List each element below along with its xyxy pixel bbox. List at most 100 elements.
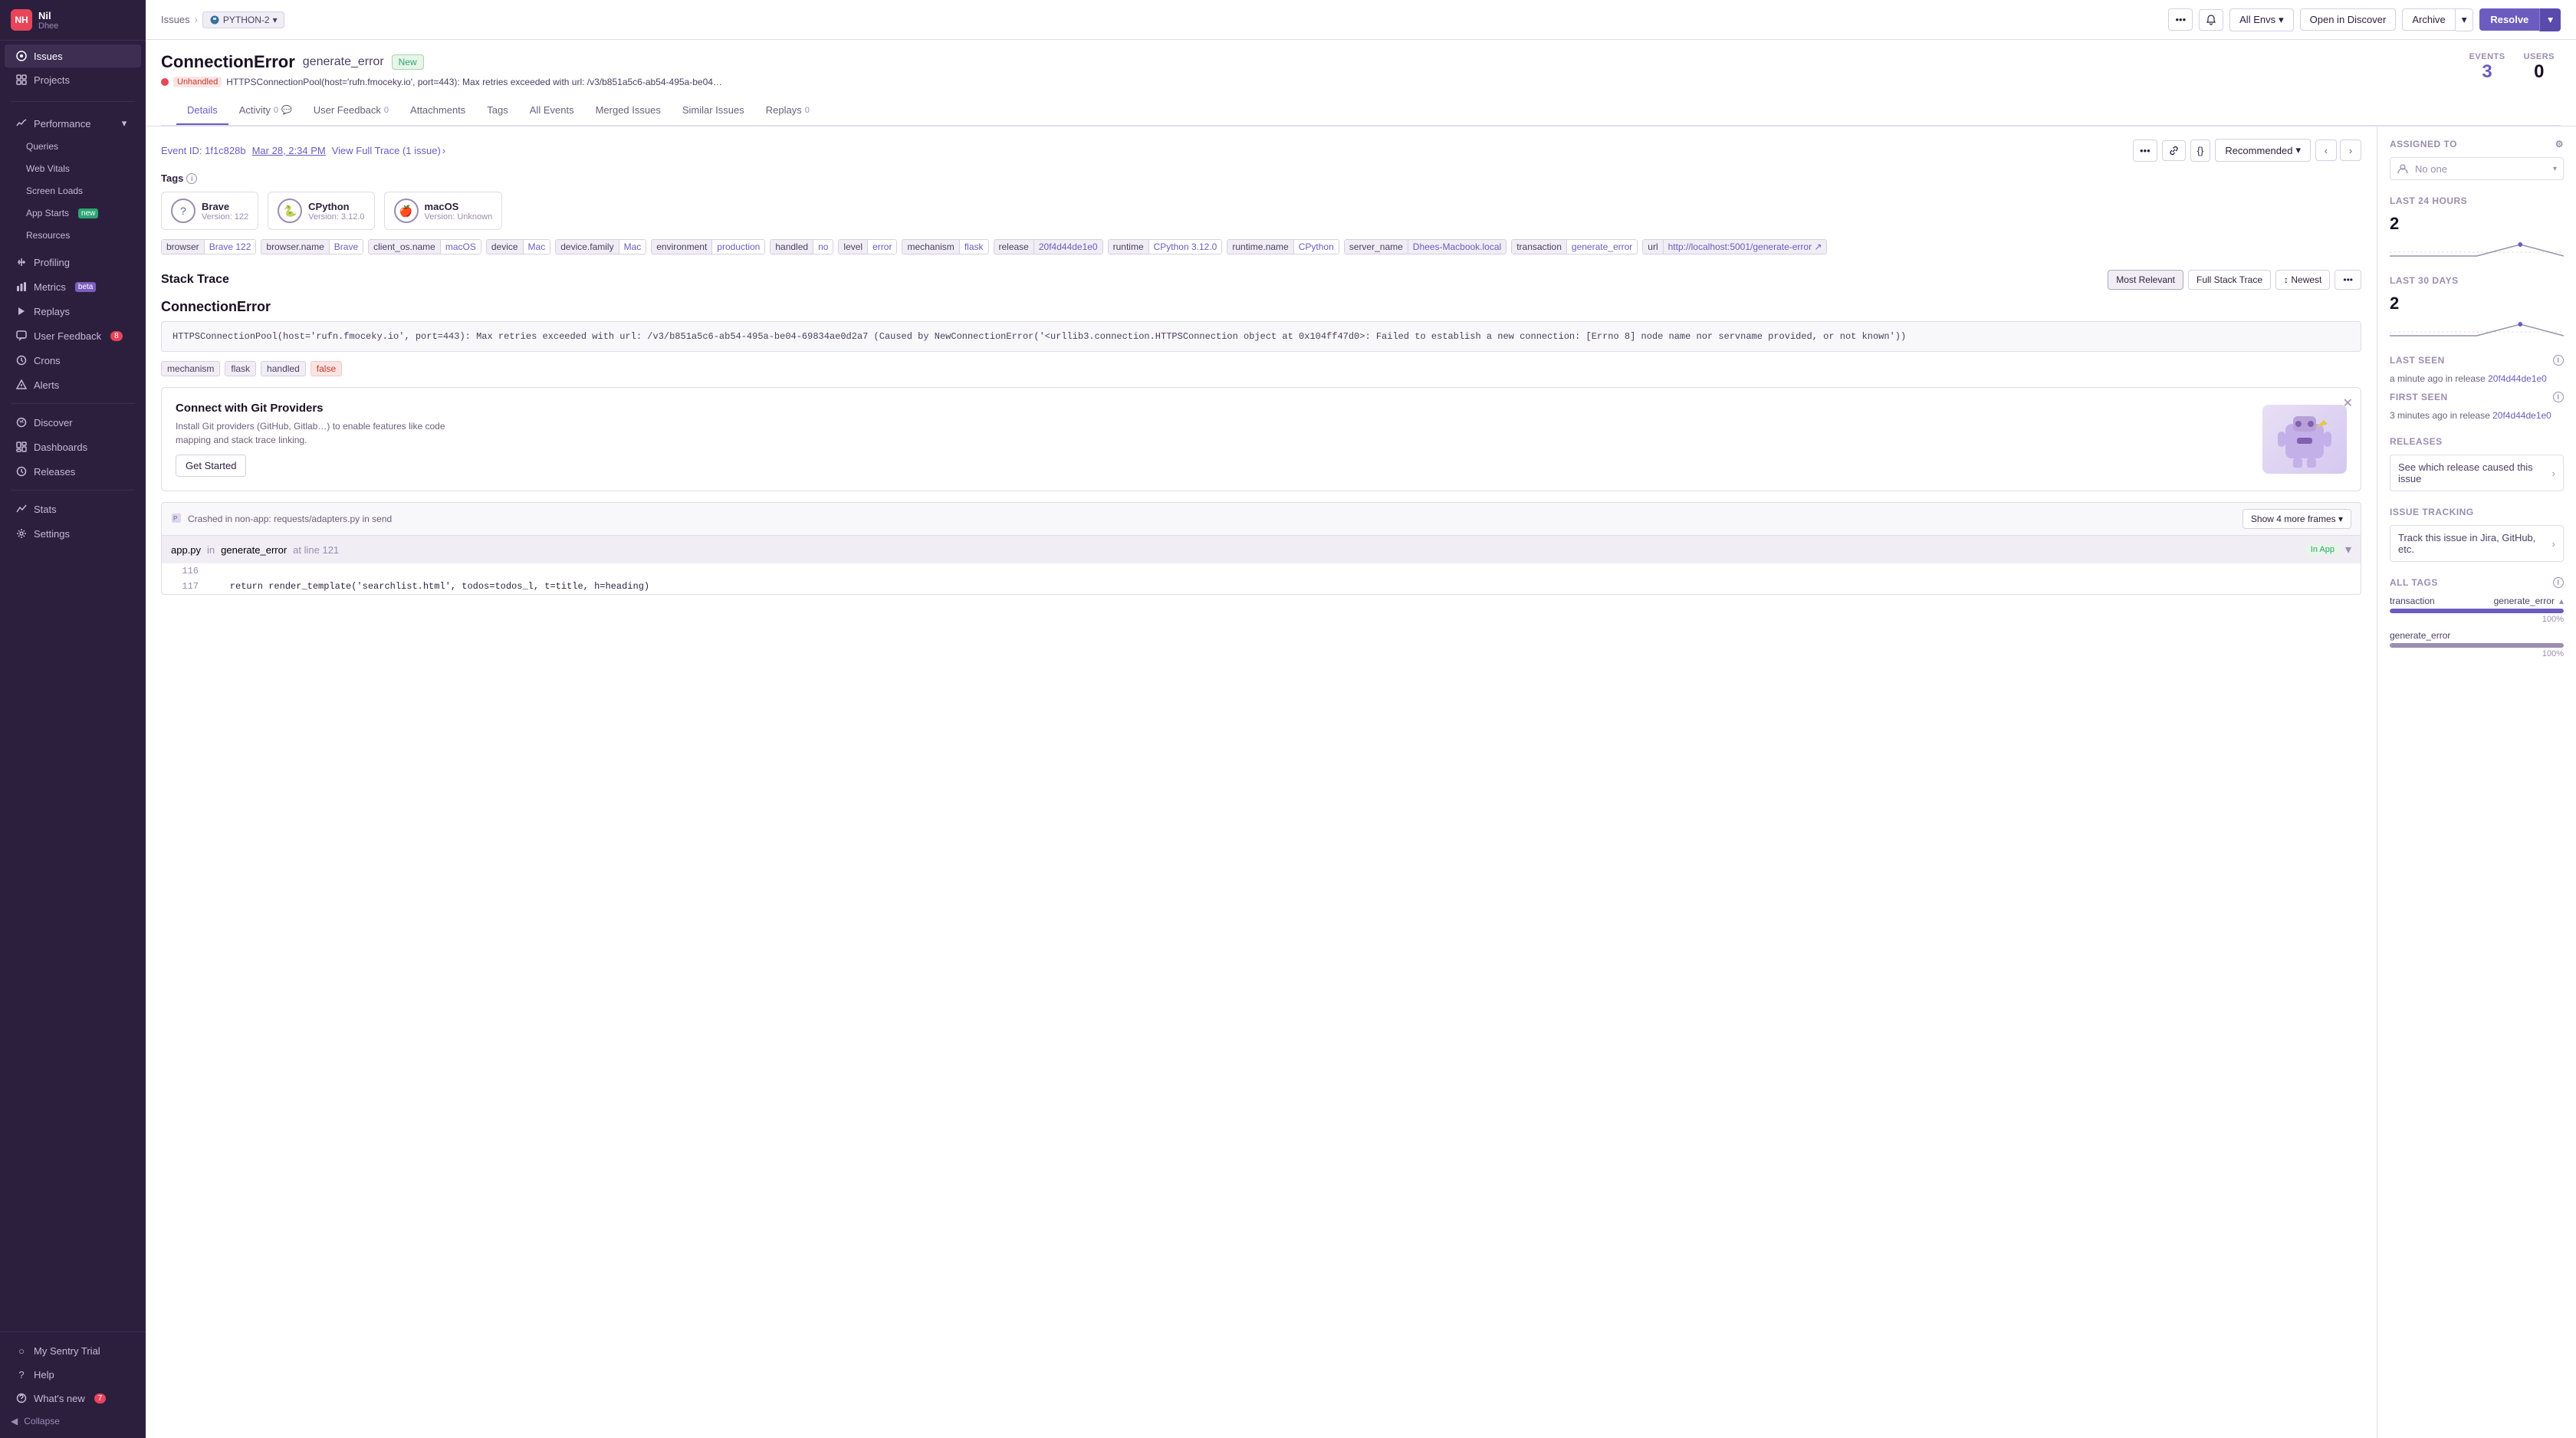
resolve-arrow-icon: ▾ <box>2548 14 2553 25</box>
link-button[interactable] <box>2162 140 2186 161</box>
sidebar-item-settings[interactable]: Settings <box>5 522 141 545</box>
tab-user-feedback[interactable]: User Feedback 0 <box>303 97 399 125</box>
sidebar-item-issues[interactable]: Issues <box>5 44 141 67</box>
recommended-button[interactable]: Recommended ▾ <box>2215 139 2311 162</box>
more-actions-button[interactable]: ••• <box>2168 8 2193 31</box>
settings-icon-small[interactable]: ⚙ <box>2555 139 2564 149</box>
breadcrumb-issue-id: PYTHON-2 <box>223 15 270 25</box>
sidebar-item-alerts[interactable]: Alerts <box>5 373 141 396</box>
sidebar-item-label: Alerts <box>34 379 59 391</box>
event-prev-button[interactable]: ‹ <box>2315 140 2337 161</box>
tab-replays[interactable]: Replays 0 <box>755 97 820 125</box>
last-seen-release-link[interactable]: 20f4d44de1e0 <box>2488 373 2547 384</box>
sidebar-item-projects[interactable]: Projects <box>5 68 141 91</box>
show-more-frames-button[interactable]: Show 4 more frames ▾ <box>2242 509 2351 529</box>
tag-bar-fill <box>2390 609 2564 613</box>
sidebar-item-screen-loads[interactable]: Screen Loads <box>5 180 141 202</box>
last-seen-text: a minute ago in release <box>2390 373 2486 384</box>
releases-link-row[interactable]: See which release caused this issue › <box>2390 455 2564 491</box>
sidebar-item-crons[interactable]: Crons <box>5 349 141 372</box>
tab-similar-issues[interactable]: Similar Issues <box>672 97 755 125</box>
frame-body: app.py in generate_error at line 121 In … <box>161 536 2361 595</box>
frame-expand-button[interactable]: ▾ <box>2345 542 2351 557</box>
newest-button[interactable]: ↕ Newest <box>2275 270 2330 290</box>
tag-expand-icon[interactable]: ▴ <box>2559 596 2564 606</box>
sidebar-item-performance[interactable]: Performance ▾ <box>5 112 141 135</box>
code-line-117: 117 return render_template('searchlist.h… <box>162 579 2361 594</box>
last-24h-label: Last 24 Hours <box>2390 195 2564 206</box>
sidebar-header: NH Nil Dhee <box>0 0 146 41</box>
tab-tags[interactable]: Tags <box>476 97 518 125</box>
sidebar-item-metrics[interactable]: Metrics beta <box>5 275 141 298</box>
sidebar-item-profiling[interactable]: Profiling <box>5 251 141 274</box>
sidebar-item-help[interactable]: ? Help <box>5 1363 141 1386</box>
tab-merged-issues[interactable]: Merged Issues <box>585 97 672 125</box>
sidebar-item-dashboards[interactable]: Dashboards <box>5 435 141 458</box>
assigned-row[interactable]: No one ▾ <box>2390 157 2564 180</box>
sidebar-item-queries[interactable]: Queries <box>5 136 141 157</box>
all-tags-info-icon[interactable]: i <box>2553 577 2564 588</box>
sidebar-item-resources[interactable]: Resources <box>5 225 141 246</box>
last-30d-title: Last 30 Days <box>2390 275 2459 286</box>
feedback-icon <box>15 330 28 342</box>
sidebar-item-discover[interactable]: Discover <box>5 411 141 434</box>
brave-info: Brave Version: 122 <box>202 201 248 222</box>
tab-details[interactable]: Details <box>176 97 228 125</box>
top-bar-actions: ••• All Envs ▾ Open in Discover Archive … <box>2168 8 2561 31</box>
event-date-link[interactable]: Mar 28, 2:34 PM <box>252 145 326 156</box>
tab-activity[interactable]: Activity 0 💬 <box>228 97 303 125</box>
open-discover-label: Open in Discover <box>2310 14 2387 25</box>
last-seen-info-icon[interactable]: i <box>2553 355 2564 366</box>
tab-all-events[interactable]: All Events <box>519 97 585 125</box>
first-seen-title: First Seen <box>2390 392 2448 402</box>
sidebar-item-my-sentry-trial[interactable]: ○ My Sentry Trial <box>5 1339 141 1362</box>
sidebar-item-label: Stats <box>34 504 57 515</box>
stack-trace-title: Stack Trace <box>161 273 229 287</box>
stack-more-button[interactable]: ••• <box>2334 270 2361 290</box>
sidebar-item-releases[interactable]: Releases <box>5 460 141 483</box>
all-envs-button[interactable]: All Envs ▾ <box>2229 8 2294 31</box>
sidebar-collapse-button[interactable]: ◀ Collapse <box>0 1410 146 1432</box>
issue-header: ConnectionError generate_error New Unhan… <box>146 40 2576 126</box>
sidebar-item-label: Releases <box>34 466 75 478</box>
get-started-button[interactable]: Get Started <box>176 455 246 477</box>
event-next-button[interactable]: › <box>2340 140 2361 161</box>
git-box-close-button[interactable]: ✕ <box>2343 396 2353 411</box>
first-seen-row: First Seen i 3 minutes ago in release 20… <box>2390 392 2564 421</box>
archive-button[interactable]: Archive <box>2402 8 2455 31</box>
sidebar: NH Nil Dhee Issues Projects Performance … <box>0 0 146 1438</box>
issue-id-badge[interactable]: PYTHON-2 ▾ <box>202 11 284 28</box>
most-relevant-button[interactable]: Most Relevant <box>2108 270 2183 290</box>
first-seen-release-link[interactable]: 20f4d44de1e0 <box>2492 410 2551 421</box>
dashboards-icon <box>15 441 28 453</box>
open-in-discover-button[interactable]: Open in Discover <box>2300 8 2397 31</box>
archive-dropdown-button[interactable]: ▾ <box>2456 8 2474 31</box>
macos-version: Version: Unknown <box>425 212 493 222</box>
resolve-dropdown-button[interactable]: ▾ <box>2539 8 2561 31</box>
sidebar-item-stats[interactable]: Stats <box>5 497 141 520</box>
sidebar-item-replays[interactable]: Replays <box>5 300 141 323</box>
view-trace-link[interactable]: View Full Trace (1 issue) › <box>332 145 445 156</box>
sidebar-item-label: Settings <box>34 528 70 540</box>
frame-func: generate_error <box>221 544 287 556</box>
browser-cpython: 🐍 CPython Version: 3.12.0 <box>268 192 374 230</box>
tags-info-icon[interactable]: i <box>186 173 197 184</box>
issue-tracking-link-row[interactable]: Track this issue in Jira, GitHub, etc. › <box>2390 525 2564 562</box>
resolve-button[interactable]: Resolve <box>2479 8 2539 31</box>
unhandled-badge: Unhandled <box>173 77 222 87</box>
sidebar-item-app-starts[interactable]: App Starts new <box>5 202 141 224</box>
main-content: Issues › PYTHON-2 ▾ ••• All Envs ▾ Open … <box>146 0 2576 1438</box>
notification-button[interactable] <box>2199 9 2223 31</box>
json-button[interactable]: {} <box>2190 140 2211 162</box>
releases-section: Releases See which release caused this i… <box>2390 436 2564 491</box>
breadcrumb-issues-link[interactable]: Issues <box>161 14 190 25</box>
sidebar-item-web-vitals[interactable]: Web Vitals <box>5 158 141 179</box>
sidebar-item-user-feedback[interactable]: User Feedback 8 <box>5 324 141 347</box>
tag-browsers: ? Brave Version: 122 🐍 CPython Version: … <box>161 192 2361 230</box>
event-more-button[interactable]: ••• <box>2133 140 2157 162</box>
first-seen-info-icon[interactable]: i <box>2553 392 2564 402</box>
tab-attachments[interactable]: Attachments <box>399 97 476 125</box>
sidebar-item-whats-new[interactable]: What's new 7 <box>5 1387 141 1410</box>
full-stack-trace-button[interactable]: Full Stack Trace <box>2188 270 2271 290</box>
tag-environment: environmentproduction <box>651 239 765 254</box>
